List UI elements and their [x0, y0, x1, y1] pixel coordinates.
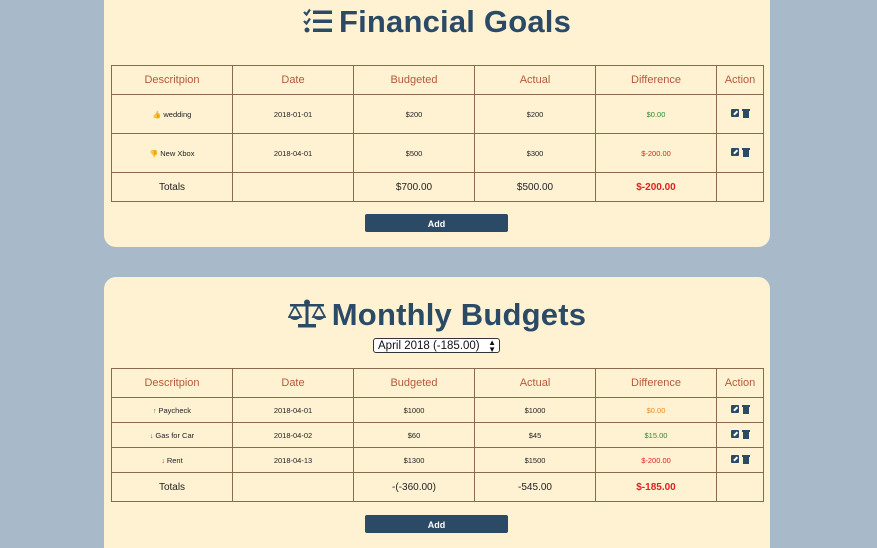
- action-cell: [716, 133, 764, 173]
- action-cell: [716, 397, 764, 423]
- table-row: ↓ Gas for Car 2018-04-02 $60 $45 $15.00: [111, 422, 764, 448]
- monthly-budgets-card: Monthly Budgets April 2018 (-185.00) ▲ ▼ …: [104, 277, 770, 548]
- totals-action: [716, 472, 764, 502]
- budgeted-cell: $1000: [353, 397, 475, 423]
- thumbs-up-icon: 👍: [152, 111, 162, 119]
- table-row: 👍 wedding 2018-01-01 $200 $200 $0.00: [111, 94, 764, 134]
- financial-goals-card: Financial Goals Descritpion Date Budgete…: [104, 0, 770, 247]
- difference-cell: $-200.00: [595, 447, 717, 473]
- monthly-budgets-title-text: Monthly Budgets: [331, 297, 587, 332]
- action-cell: [716, 422, 764, 448]
- edit-icon[interactable]: [730, 405, 739, 414]
- action-cell: [716, 447, 764, 473]
- totals-difference: $-200.00: [595, 172, 717, 202]
- arrow-down-icon: ↓: [161, 457, 165, 465]
- thumbs-down-icon: 👎: [149, 150, 159, 158]
- totals-label: Totals: [111, 472, 233, 502]
- budgeted-cell: $60: [353, 422, 475, 448]
- budget-table: Descritpion Date Budgeted Actual Differe…: [111, 368, 764, 502]
- description-cell: ↓ Gas for Car: [111, 422, 233, 448]
- monthly-budgets-title: Monthly Budgets: [104, 297, 770, 333]
- table-row: 👎 New Xbox 2018-04-01 $500 $300 $-200.00: [111, 133, 764, 173]
- month-select[interactable]: April 2018 (-185.00) ▲ ▼: [373, 338, 500, 354]
- difference-cell: $0.00: [595, 94, 717, 134]
- action-cell: [716, 94, 764, 134]
- totals-budgeted: -(-360.00): [353, 472, 475, 502]
- col-header-date: Date: [232, 65, 354, 95]
- col-header-budgeted: Budgeted: [353, 368, 475, 398]
- actual-cell: $200: [474, 94, 596, 134]
- date-cell: 2018-04-13: [232, 447, 354, 473]
- col-header-action: Action: [716, 65, 764, 95]
- col-header-actual: Actual: [474, 65, 596, 95]
- col-header-description: Descritpion: [111, 65, 233, 95]
- description-cell: ↑ Paycheck: [111, 397, 233, 423]
- description-cell: 👎 New Xbox: [111, 133, 233, 173]
- col-header-date: Date: [232, 368, 354, 398]
- col-header-description: Descritpion: [111, 368, 233, 398]
- arrow-down-icon: ↓: [149, 432, 154, 440]
- difference-cell: $-200.00: [595, 133, 717, 173]
- edit-icon[interactable]: [730, 455, 739, 464]
- month-select-value: April 2018 (-185.00): [378, 340, 480, 352]
- actual-cell: $1500: [474, 447, 596, 473]
- edit-icon[interactable]: [730, 109, 739, 118]
- description-cell: ↓ Rent: [111, 447, 233, 473]
- tasks-list-icon: [303, 8, 332, 33]
- col-header-actual: Actual: [474, 368, 596, 398]
- col-header-action: Action: [716, 368, 764, 398]
- arrow-up-icon: ↑: [152, 407, 157, 415]
- financial-goals-title: Financial Goals: [104, 4, 770, 40]
- edit-icon[interactable]: [730, 430, 739, 439]
- financial-goals-title-text: Financial Goals: [338, 4, 572, 39]
- budgeted-cell: $200: [353, 94, 475, 134]
- totals-row: Totals $700.00 $500.00 $-200.00: [111, 172, 764, 202]
- date-cell: 2018-01-01: [232, 94, 354, 134]
- edit-icon[interactable]: [730, 148, 739, 157]
- select-arrows-icon: ▲ ▼: [488, 338, 496, 354]
- totals-action: [716, 172, 764, 202]
- trash-icon[interactable]: [741, 404, 750, 414]
- col-header-difference: Difference: [595, 368, 717, 398]
- totals-budgeted: $700.00: [353, 172, 475, 202]
- actual-cell: $1000: [474, 397, 596, 423]
- totals-label: Totals: [111, 172, 233, 202]
- totals-row: Totals -(-360.00) -545.00 $-185.00: [111, 472, 764, 502]
- totals-actual: $500.00: [474, 172, 596, 202]
- totals-actual: -545.00: [474, 472, 596, 502]
- col-header-difference: Difference: [595, 65, 717, 95]
- add-budget-button[interactable]: Add: [365, 515, 508, 533]
- budgeted-cell: $500: [353, 133, 475, 173]
- date-cell: 2018-04-02: [232, 422, 354, 448]
- totals-difference: $-185.00: [595, 472, 717, 502]
- add-goal-button[interactable]: Add: [365, 214, 508, 232]
- goals-table: Descritpion Date Budgeted Actual Differe…: [111, 65, 764, 202]
- budgeted-cell: $1300: [353, 447, 475, 473]
- date-cell: 2018-04-01: [232, 397, 354, 423]
- trash-icon[interactable]: [741, 454, 750, 464]
- trash-icon[interactable]: [741, 147, 750, 157]
- col-header-budgeted: Budgeted: [353, 65, 475, 95]
- difference-cell: $15.00: [595, 422, 717, 448]
- description-cell: 👍 wedding: [111, 94, 233, 134]
- trash-icon[interactable]: [741, 108, 750, 118]
- actual-cell: $300: [474, 133, 596, 173]
- difference-cell: $0.00: [595, 397, 717, 423]
- totals-date: [232, 172, 354, 202]
- trash-icon[interactable]: [741, 429, 750, 439]
- totals-date: [232, 472, 354, 502]
- date-cell: 2018-04-01: [232, 133, 354, 173]
- balance-scale-icon: [287, 299, 327, 328]
- actual-cell: $45: [474, 422, 596, 448]
- table-row: ↓ Rent 2018-04-13 $1300 $1500 $-200.00: [111, 447, 764, 473]
- table-row: ↑ Paycheck 2018-04-01 $1000 $1000 $0.00: [111, 397, 764, 423]
